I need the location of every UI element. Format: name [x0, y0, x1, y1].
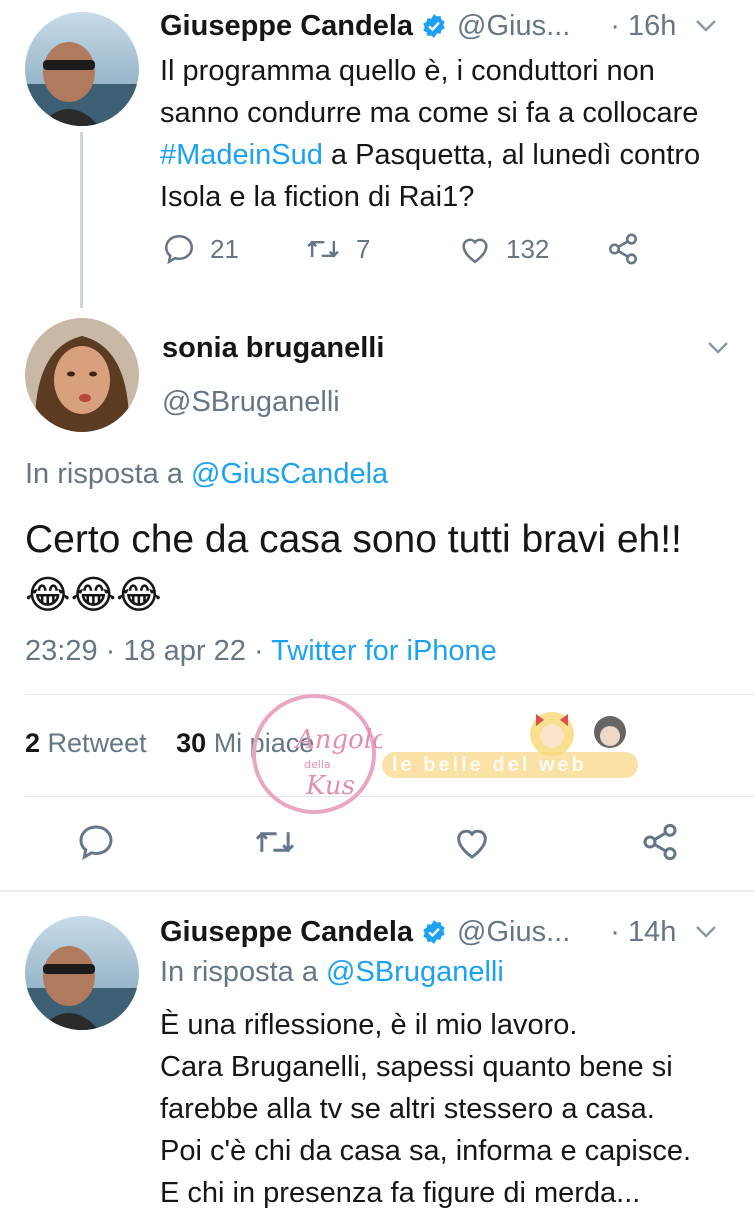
reply-to-link[interactable]: @SBruganelli: [326, 956, 504, 988]
tweet3-header: Giuseppe Candela @Gius... · 14h: [160, 912, 740, 952]
retweet-button[interactable]: 7: [304, 232, 370, 266]
svg-text:Angolo: Angolo: [294, 725, 382, 755]
divider: [0, 890, 754, 892]
reply-button[interactable]: 21: [162, 232, 239, 266]
tweet-time[interactable]: · 16h: [610, 10, 676, 43]
author-name[interactable]: sonia bruganelli: [162, 332, 384, 365]
like-button[interactable]: 132: [458, 232, 549, 266]
reply-to-link[interactable]: @GiusCandela: [191, 458, 388, 490]
verified-badge-icon: [421, 919, 447, 945]
tweet-timestamp: 23:29 · 18 apr 22 · Twitter for iPhone: [25, 635, 497, 667]
chevron-down-icon[interactable]: [706, 340, 730, 361]
divider: [25, 796, 754, 797]
text-line: Cara Bruganelli, sapessi quanto bene si: [160, 1051, 673, 1083]
text-line: Poi c'è chi da casa sa, informa e capisc…: [160, 1135, 692, 1167]
tweet3-text: È una riflessione, è il mio lavoro. Cara…: [160, 1004, 750, 1214]
reply-context: In risposta a @SBruganelli: [160, 956, 504, 988]
retweet-icon: [255, 831, 295, 853]
text-line: farebbe alla tv se altri stessero a casa…: [160, 1093, 655, 1125]
text-line: E chi in presenza fa figure di merda...: [160, 1177, 641, 1209]
retweet-button[interactable]: [252, 822, 298, 867]
source-link[interactable]: Twitter for iPhone: [271, 635, 497, 667]
heart-icon: [462, 238, 488, 264]
reply-icon: [79, 825, 113, 860]
tweet1-header: Giuseppe Candela @Gius... · 16h: [160, 6, 740, 46]
author-name[interactable]: Giuseppe Candela: [160, 916, 413, 949]
chevron-down-icon[interactable]: [694, 18, 718, 34]
reply-button[interactable]: [76, 822, 116, 867]
thread-line: [80, 132, 83, 308]
like-button[interactable]: [452, 822, 492, 867]
tweet1-text: Il programma quello è, i conduttori non …: [160, 55, 701, 213]
retweet-count: 7: [356, 233, 371, 264]
text-line: È una riflessione, è il mio lavoro.: [160, 1009, 578, 1041]
avatar-giuseppe-candela[interactable]: [25, 916, 139, 1030]
tweet2-text: Certo che da casa sono tutti bravi eh!! …: [25, 518, 682, 617]
avatar-sonia-bruganelli[interactable]: [25, 318, 139, 432]
retweet-stat[interactable]: 2 Retweet: [25, 728, 147, 758]
tweet-time[interactable]: · 14h: [610, 916, 676, 949]
author-handle[interactable]: @Gius...: [457, 916, 570, 949]
share-button[interactable]: [606, 232, 640, 266]
watermark-girl-icon: [524, 704, 634, 769]
reply-context: In risposta a @GiusCandela: [25, 458, 389, 490]
share-icon: [643, 823, 677, 861]
tweet1-actions: 21 7 132: [162, 232, 682, 272]
author-handle[interactable]: @Gius...: [457, 10, 570, 43]
share-button[interactable]: [640, 822, 680, 867]
author-handle[interactable]: @SBruganelli: [162, 386, 340, 419]
reply-icon: [164, 234, 194, 265]
like-count: 132: [506, 233, 550, 264]
hashtag-link[interactable]: #MadeinSud: [160, 139, 323, 171]
avatar-giuseppe-candela[interactable]: [25, 12, 139, 126]
watermark-stamp: Angolo della Kus: [246, 690, 388, 820]
svg-text:Kus: Kus: [305, 771, 355, 801]
retweet-icon: [307, 240, 339, 258]
author-name[interactable]: Giuseppe Candela: [160, 10, 413, 43]
svg-text:della: della: [304, 758, 331, 771]
heart-icon: [457, 829, 487, 859]
chevron-down-icon[interactable]: [694, 924, 718, 940]
share-icon: [608, 233, 638, 265]
verified-badge-icon: [421, 13, 447, 39]
reply-count: 21: [210, 233, 239, 264]
divider: [25, 694, 754, 695]
